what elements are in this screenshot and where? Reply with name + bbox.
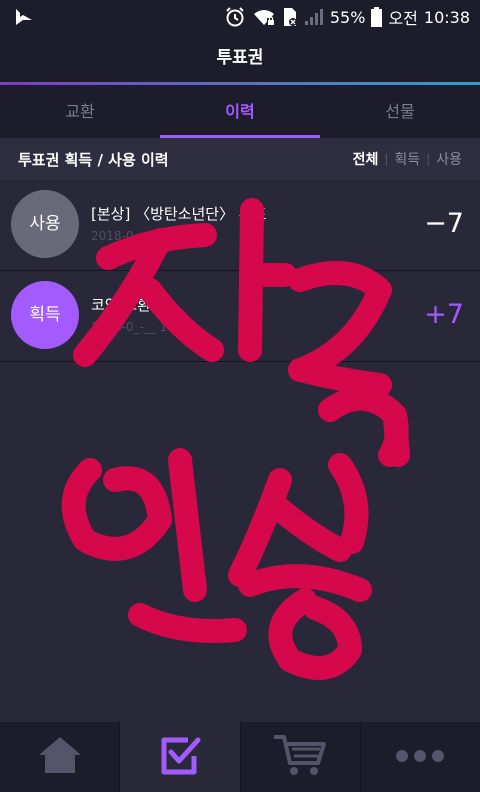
nav-shop[interactable] <box>241 722 361 792</box>
nav-vote[interactable] <box>120 722 241 792</box>
battery-percent: 55% <box>329 7 366 27</box>
list-item[interactable]: 획득 코인 교환 2018-0_-__ 10:38 +7 <box>0 271 480 362</box>
list-item[interactable]: 사용 [본상] 〈방탄소년단〉 투표 2018-0_-__ 10:38 −7 <box>0 180 480 271</box>
tab-history[interactable]: 이력 <box>160 85 320 138</box>
filter-group: 전체 | 획득 | 사용 <box>347 149 468 169</box>
tab-gift[interactable]: 선물 <box>320 85 480 138</box>
clock-time: 10:38 <box>423 7 470 27</box>
signal-icon <box>304 8 324 26</box>
alarm-icon <box>224 6 246 28</box>
bottom-nav <box>0 722 480 792</box>
wifi-icon <box>252 7 276 27</box>
filter-bar: 투표권 획득 / 사용 이력 전체 | 획득 | 사용 <box>0 138 480 180</box>
list-item-amount: +7 <box>424 299 464 330</box>
list-item-title: 코인 교환 <box>91 296 151 314</box>
tab-exchange[interactable]: 교환 <box>0 85 160 138</box>
sim-card-icon <box>282 7 298 27</box>
list-item-date: 2018-0_-__ 10:38 <box>91 229 195 243</box>
list-item-title: [본상] 〈방탄소년단〉 투표 <box>91 205 267 223</box>
filter-acquired[interactable]: 획득 <box>388 149 426 169</box>
status-bar: 55% 오전 10:38 <box>0 0 480 34</box>
clock-ampm: 오전 <box>388 9 418 28</box>
section-title: 투표권 획득 / 사용 이력 <box>18 150 169 169</box>
cart-icon <box>272 733 328 781</box>
nav-home[interactable] <box>0 722 121 792</box>
list-item-amount: −7 <box>424 208 464 239</box>
page-title: 투표권 <box>0 34 480 83</box>
home-icon <box>37 735 83 779</box>
app-logo-icon <box>14 8 34 30</box>
status-badge: 사용 <box>11 190 79 258</box>
status-badge: 획득 <box>11 281 79 349</box>
filter-used[interactable]: 사용 <box>430 149 468 169</box>
nav-more[interactable] <box>361 722 480 792</box>
more-icon <box>395 748 445 767</box>
battery-icon <box>371 7 383 27</box>
vote-check-icon <box>158 734 202 780</box>
tab-bar: 교환 이력 선물 <box>0 85 480 138</box>
filter-all[interactable]: 전체 <box>347 149 385 169</box>
list-item-date: 2018-0_-__ 10:38 <box>91 320 195 334</box>
